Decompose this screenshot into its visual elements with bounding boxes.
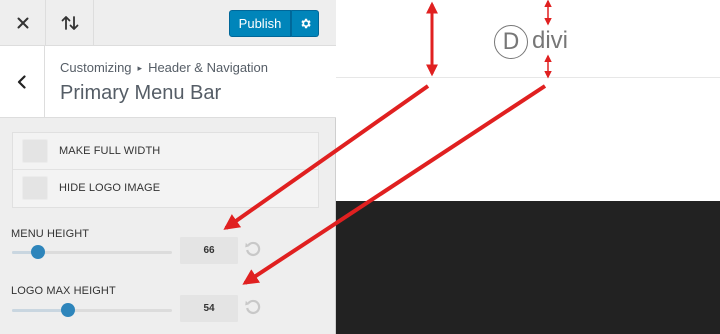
close-button[interactable]: [0, 0, 46, 46]
reset-undo-icon[interactable]: [244, 298, 262, 316]
reorder-button[interactable]: [46, 0, 94, 46]
menu-height-slider-thumb[interactable]: [30, 245, 45, 259]
logo-text: divi: [532, 27, 569, 54]
full-width-toggle[interactable]: [22, 139, 48, 163]
logo-max-height-slider-fill: [12, 309, 68, 312]
breadcrumb-root: Customizing: [60, 60, 132, 75]
logo-max-height-input[interactable]: 54: [180, 295, 238, 322]
section-header: Customizing ▸ Header & Navigation Primary …: [0, 46, 336, 118]
publish-group: Publish: [229, 10, 319, 37]
hide-logo-label: HIDE LOGO IMAGE: [59, 182, 161, 194]
full-width-label: MAKE FULL WIDTH: [59, 145, 161, 157]
publish-settings-button[interactable]: [291, 10, 319, 37]
menu-height-slider[interactable]: [12, 245, 172, 259]
publish-button[interactable]: Publish: [229, 10, 291, 37]
preview-hero-section: [336, 201, 720, 334]
full-width-option[interactable]: MAKE FULL WIDTH: [13, 133, 318, 170]
customizer-sidebar: Publish Customizing ▸ Header & Navigation …: [0, 0, 336, 334]
menu-height-label: MENU HEIGHT: [11, 228, 90, 240]
reset-undo-icon[interactable]: [244, 240, 262, 258]
sort-arrows-icon: [61, 16, 78, 30]
breadcrumb-section: Header & Navigation: [148, 60, 269, 75]
preview-site-header: D divi: [336, 0, 720, 78]
options-group: MAKE FULL WIDTH HIDE LOGO IMAGE: [12, 132, 319, 208]
back-button[interactable]: [0, 46, 45, 118]
chevron-left-icon: [17, 75, 26, 89]
logo-max-height-slider-thumb[interactable]: [61, 303, 75, 317]
site-logo[interactable]: D divi: [494, 25, 568, 59]
menu-height-input[interactable]: 66: [180, 237, 238, 264]
hide-logo-option[interactable]: HIDE LOGO IMAGE: [13, 170, 318, 207]
logo-mark: D: [494, 25, 528, 59]
site-preview: D divi: [336, 0, 720, 334]
page-title: Primary Menu Bar: [60, 82, 222, 104]
breadcrumb-separator: ▸: [137, 63, 143, 73]
customizer-toolbar: Publish: [0, 0, 336, 46]
gear-icon: [300, 18, 311, 29]
close-icon: [17, 17, 28, 29]
logo-max-height-slider[interactable]: [12, 303, 172, 317]
hide-logo-toggle[interactable]: [22, 176, 48, 200]
logo-max-height-label: LOGO MAX HEIGHT: [11, 285, 116, 297]
breadcrumb: Customizing ▸ Header & Navigation: [60, 60, 268, 75]
